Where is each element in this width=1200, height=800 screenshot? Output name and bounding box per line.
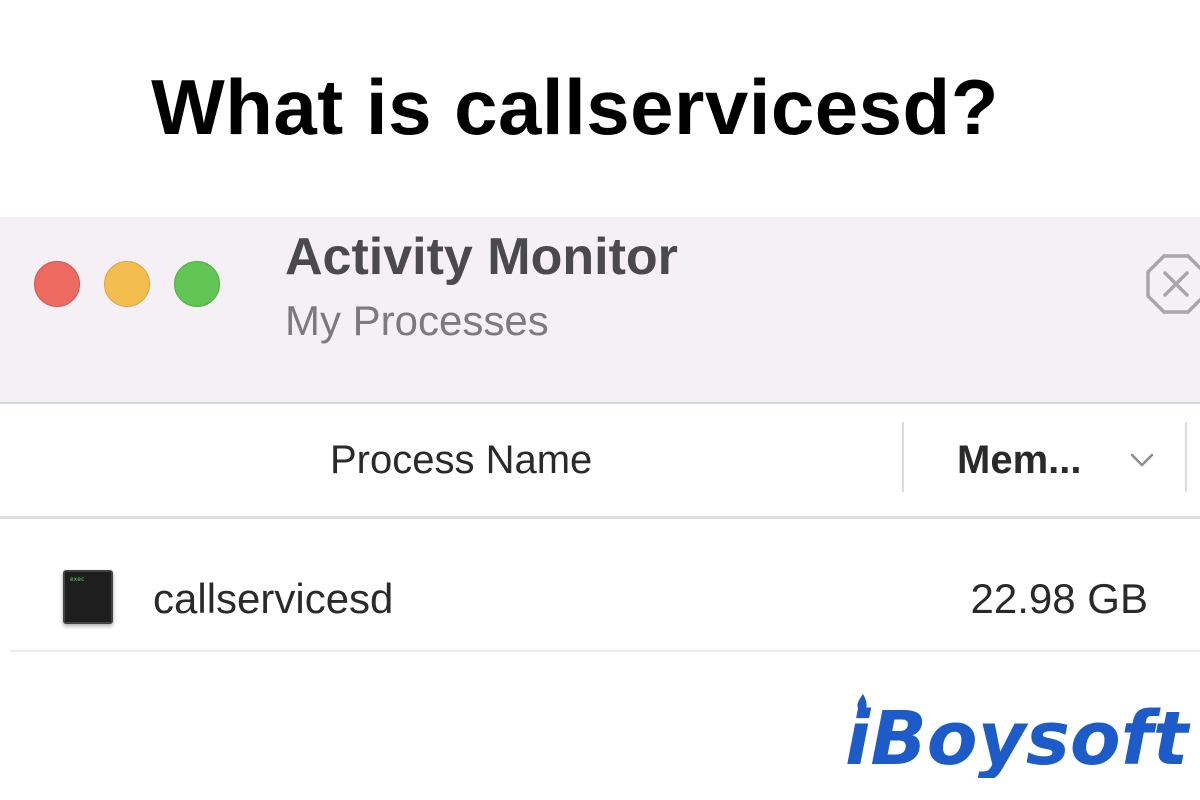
column-divider[interactable] bbox=[1185, 422, 1187, 492]
page-headline: What is callservicesd? bbox=[151, 63, 999, 151]
executable-icon: exec bbox=[63, 570, 113, 624]
window-title: Activity Monitor bbox=[285, 228, 678, 286]
chevron-down-icon[interactable] bbox=[1128, 450, 1156, 470]
column-header-process-name[interactable]: Process Name bbox=[330, 436, 592, 484]
process-memory-cell: 22.98 GB bbox=[970, 575, 1148, 622]
iboysoft-logo: iBoysoft bbox=[845, 694, 1191, 778]
window-close-button[interactable] bbox=[34, 261, 80, 307]
window-maximize-button[interactable] bbox=[174, 261, 220, 307]
window-subtitle[interactable]: My Processes bbox=[285, 295, 549, 347]
page: What is callservicesd? Activity Monitor … bbox=[0, 0, 1200, 800]
process-name-cell: callservicesd bbox=[153, 575, 394, 622]
window-minimize-button[interactable] bbox=[104, 261, 150, 307]
column-divider[interactable] bbox=[902, 422, 904, 492]
column-header-memory[interactable]: Mem... bbox=[957, 436, 1081, 484]
x-octagon-icon[interactable] bbox=[1144, 252, 1200, 316]
svg-text:iBoysoft: iBoysoft bbox=[845, 696, 1191, 778]
